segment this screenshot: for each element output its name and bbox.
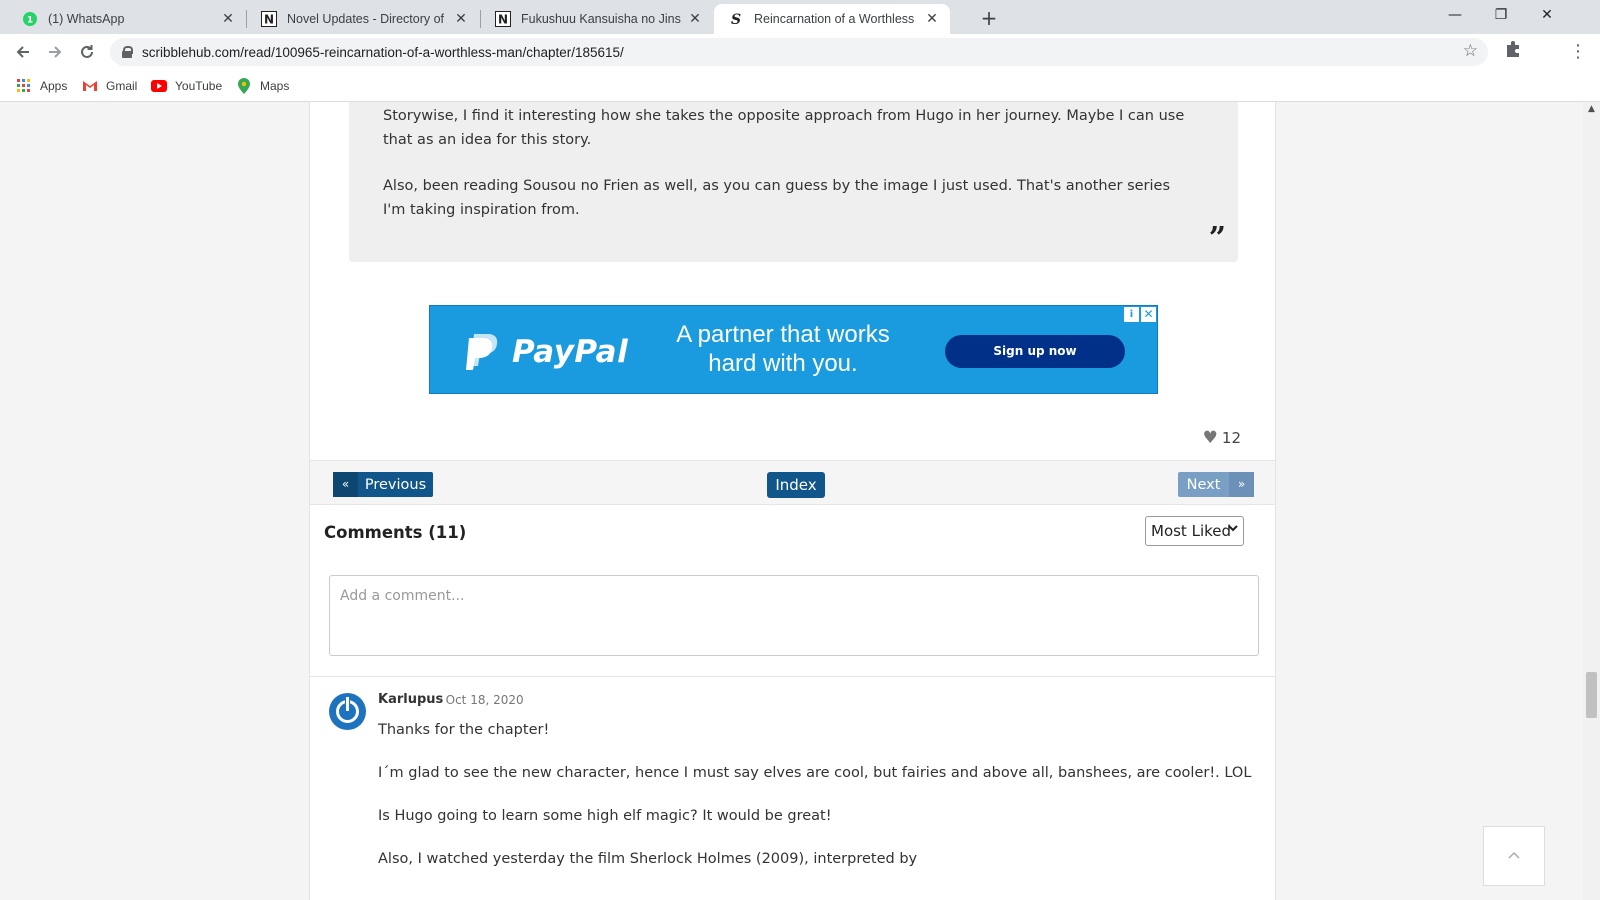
close-window-button[interactable]: ✕ [1524,0,1570,30]
divider [310,676,1275,677]
svg-text:N: N [264,13,274,27]
scribblehub-icon: S [728,11,744,27]
bookmark-apps[interactable]: Apps [16,76,67,96]
tab-title: Reincarnation of a Worthless Ma [754,12,918,26]
close-icon[interactable]: ✕ [687,11,703,27]
authors-note-paragraph: Also, been reading Sousou no Frien as we… [383,178,1171,218]
scroll-to-top-button[interactable] [1483,826,1545,886]
comment-text: I´m glad to see the new character, hence… [378,765,1252,781]
paypal-logo-icon [466,332,500,372]
chapter-content-column: Storywise, I find it interesting how she… [309,102,1276,900]
scroll-up-arrow-icon[interactable]: ▲ [1583,104,1600,114]
comment-author[interactable]: Karlupus [378,692,443,707]
comment-text: Also, I watched yesterday the film Sherl… [378,851,918,867]
ad-signup-button[interactable]: Sign up now [945,335,1125,368]
add-comment-textarea[interactable]: Add a comment... [329,575,1259,656]
tab-whatsapp[interactable]: 1 (1) WhatsApp ✕ [8,4,246,34]
bookmark-label: YouTube [175,79,223,93]
previous-chapter-button[interactable]: « Previous [333,472,433,497]
quote-mark-icon: ” [1208,221,1226,256]
chapter-likes[interactable]: ♥ 12 [1203,428,1241,448]
avatar[interactable] [329,693,366,730]
address-bar[interactable]: scribblehub.com/read/100965-reincarnatio… [110,38,1488,66]
sort-selected-value: Most Liked [1151,522,1232,540]
comment-text: Thanks for the chapter! [378,722,550,738]
tab-title: (1) WhatsApp [48,12,125,26]
browser-toolbar: scribblehub.com/read/100965-reincarnatio… [0,34,1600,70]
bookmarks-bar: Apps Gmail YouTube Maps [0,70,1600,102]
svg-text:N: N [498,13,508,27]
new-tab-button[interactable]: + [976,6,1002,32]
authors-note-box: Storywise, I find it interesting how she… [349,102,1238,262]
bookmark-maps[interactable]: Maps [236,76,289,96]
bookmark-youtube[interactable]: YouTube [151,76,222,96]
paypal-ad-banner[interactable]: PayPal A partner that works hard with yo… [429,305,1158,394]
tab-novel-updates[interactable]: N Novel Updates - Directory of Asi ✕ [247,4,479,34]
tab-title: Fukushuu Kansuisha no Jinsei Ni [521,12,681,26]
scrollbar-thumb[interactable] [1586,672,1597,718]
close-icon[interactable]: ✕ [453,11,469,27]
apps-grid-icon [16,78,32,94]
ad-close-icon[interactable]: ✕ [1141,307,1156,322]
comment-date: · Oct 18, 2020 [438,693,524,707]
forward-icon[interactable] [42,39,68,65]
tab-title: Novel Updates - Directory of Asi [287,12,447,26]
back-icon[interactable] [10,39,36,65]
likes-count: 12 [1221,429,1241,447]
comment-placeholder: Add a comment... [340,588,465,604]
extensions-puzzle-icon[interactable] [1500,39,1526,65]
minimize-button[interactable]: — [1432,0,1478,30]
bookmark-gmail[interactable]: Gmail [82,76,137,96]
restore-button[interactable]: ❐ [1478,0,1524,30]
kebab-menu-icon[interactable]: ⋮ [1568,39,1588,65]
double-chevron-left-icon: « [333,472,358,497]
ad-brand-name: PayPal [512,334,629,370]
page-scrollbar[interactable]: ▲ [1583,102,1600,900]
bookmark-label: Gmail [106,79,138,93]
novelupdates-icon: N [495,11,511,27]
ad-info-icon[interactable]: i [1124,307,1139,322]
comments-sort-select[interactable]: Most Liked [1145,516,1244,546]
double-chevron-right-icon: » [1229,472,1254,497]
power-icon-stem [345,697,350,711]
authors-note-paragraph: Storywise, I find it interesting how she… [383,108,1185,148]
previous-label: Previous [364,476,427,493]
next-label: Next [1186,476,1221,493]
youtube-icon [151,78,167,94]
bookmark-label: Maps [260,79,290,93]
url-text: scribblehub.com/read/100965-reincarnatio… [142,44,624,60]
close-icon[interactable]: ✕ [924,11,940,27]
gmail-icon [82,78,98,94]
close-icon[interactable]: ✕ [220,11,236,27]
novelupdates-icon: N [261,11,277,27]
tab-fukushuu[interactable]: N Fukushuu Kansuisha no Jinsei Ni ✕ [481,4,713,34]
comment-text: Is Hugo going to learn some high elf mag… [378,808,832,824]
chapter-navigation: « Previous Index Next » [310,460,1275,505]
svg-text:S: S [731,12,741,27]
page-viewport: Storywise, I find it interesting how she… [0,102,1600,900]
reload-icon[interactable] [74,39,100,65]
ad-slogan: A partner that works hard with you. [676,321,890,377]
tab-strip: 1 (1) WhatsApp ✕ N Novel Updates - Direc… [0,0,1600,34]
maps-icon [236,78,252,94]
tab-scribblehub-active[interactable]: S Reincarnation of a Worthless Ma ✕ [714,4,950,34]
comments-heading: Comments (11) [324,523,467,542]
next-chapter-button[interactable]: Next » [1178,472,1254,497]
chevron-down-icon [1228,523,1238,536]
svg-text:1: 1 [27,16,33,26]
whatsapp-icon: 1 [22,11,38,27]
bookmark-star-icon[interactable]: ☆ [1463,41,1478,61]
lock-icon [122,46,133,58]
index-button[interactable]: Index [767,472,825,498]
bookmark-label: Apps [40,79,68,93]
heart-icon[interactable]: ♥ [1203,428,1218,448]
